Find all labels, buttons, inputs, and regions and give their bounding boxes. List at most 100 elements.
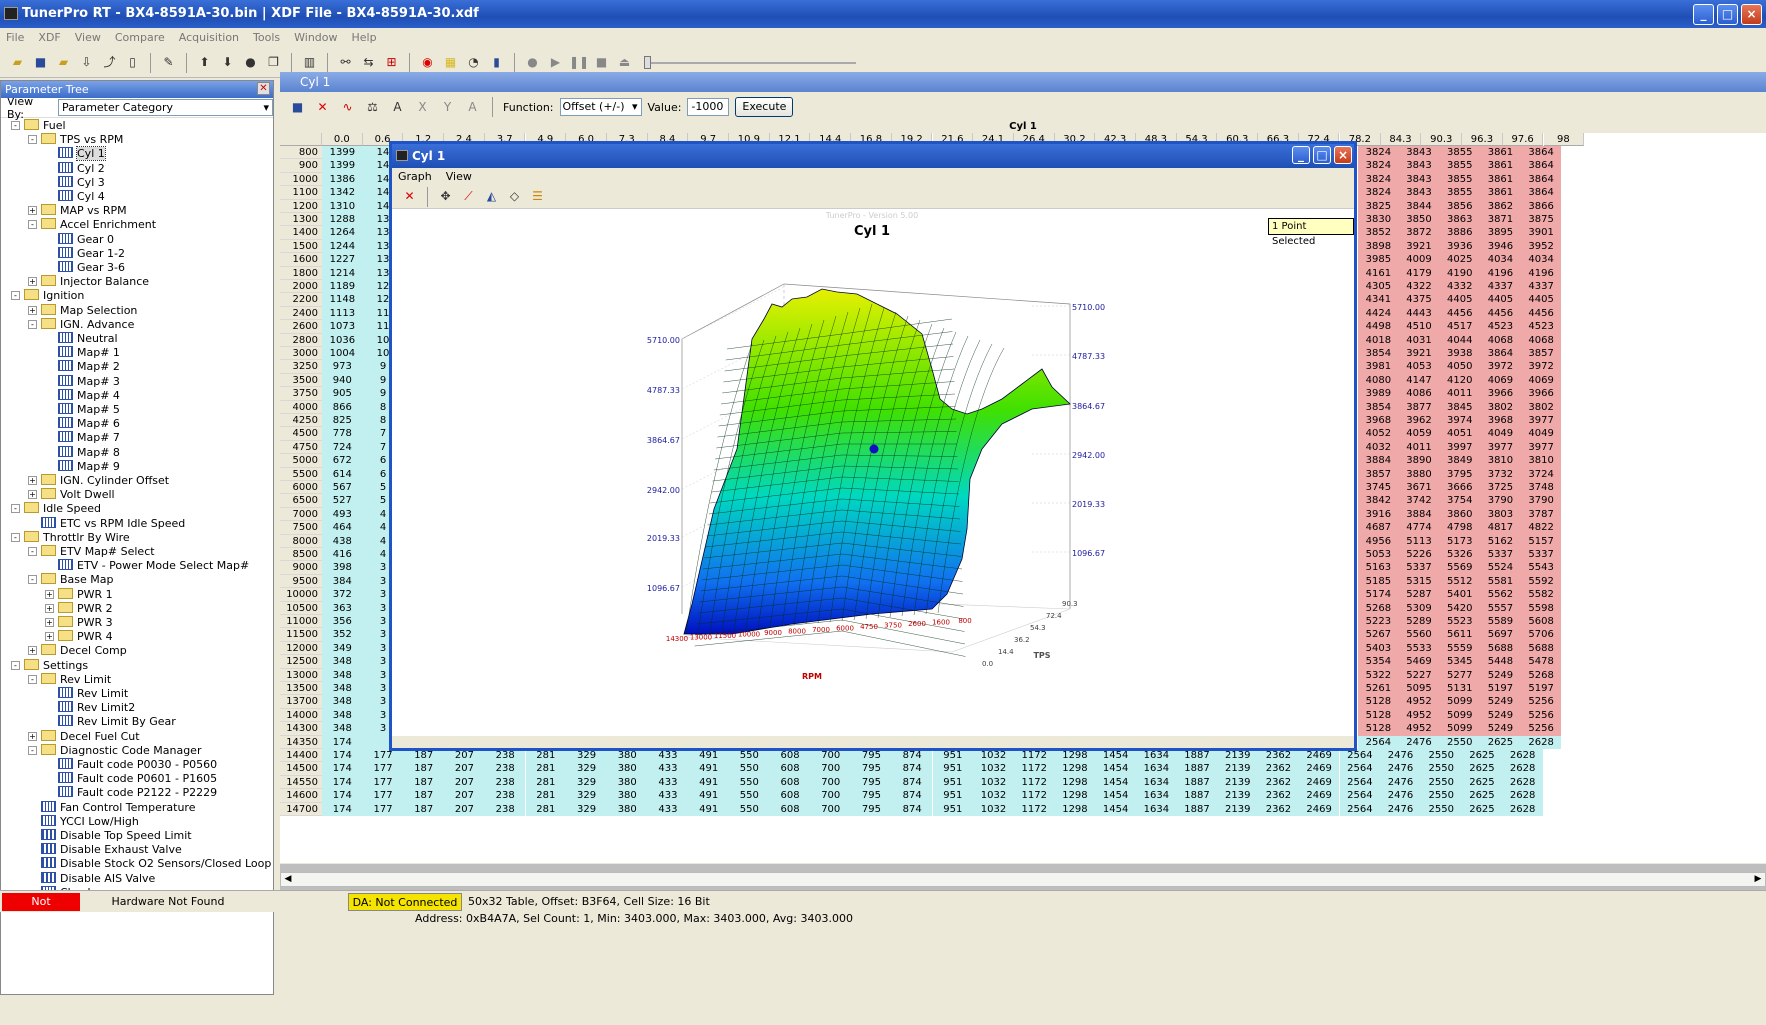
table-cell[interactable]: 550 — [729, 775, 770, 790]
table-cell[interactable]: 5249 — [1480, 708, 1521, 723]
table-cell[interactable]: 4456 — [1520, 306, 1562, 321]
table-cell[interactable]: 177 — [362, 775, 404, 790]
tree-node[interactable]: - Accel Enrichment — [28, 218, 156, 232]
open-bin-icon[interactable]: ▰ — [54, 53, 73, 72]
table-cell[interactable]: 3966 — [1480, 387, 1521, 401]
table-cell[interactable]: 5543 — [1520, 561, 1562, 575]
tree-node[interactable]: - Idle Speed — [11, 502, 101, 516]
table-cell[interactable]: 3855 — [1439, 172, 1481, 187]
table-cell[interactable]: 2564 — [1339, 802, 1381, 816]
table-cell[interactable]: 348 — [322, 655, 363, 669]
column-header[interactable]: 98 — [1543, 133, 1585, 147]
table-cell[interactable]: 3842 — [1358, 494, 1399, 508]
table-cell[interactable]: 4375 — [1398, 293, 1440, 307]
table-cell[interactable]: 5099 — [1439, 722, 1481, 736]
table-cell[interactable]: 2476 — [1380, 802, 1421, 816]
table-cell[interactable]: 281 — [525, 802, 567, 816]
table-cell[interactable]: 3962 — [1398, 414, 1440, 428]
row-header[interactable]: 14550 — [280, 775, 322, 790]
table-cell[interactable]: 3824 — [1358, 159, 1399, 173]
table-cell[interactable]: 527 — [322, 494, 363, 508]
table-cell[interactable]: 3803 — [1480, 507, 1521, 522]
label-icon[interactable]: A — [463, 98, 482, 117]
row-header[interactable]: 14600 — [280, 789, 322, 803]
collapse-icon[interactable]: - — [28, 674, 37, 684]
table-cell[interactable]: 2139 — [1217, 749, 1259, 763]
table-cell[interactable]: 5608 — [1520, 615, 1562, 629]
table-cell[interactable]: 4009 — [1398, 253, 1440, 267]
table-cell[interactable]: 3916 — [1358, 507, 1399, 522]
table-cell[interactable]: 3875 — [1520, 213, 1562, 227]
table-cell[interactable]: 3861 — [1480, 146, 1521, 160]
row-header[interactable]: 4250 — [280, 414, 322, 428]
dashboard-icon[interactable]: ▦ — [441, 53, 460, 72]
table-cell[interactable]: 398 — [322, 561, 363, 575]
row-header[interactable]: 10000 — [280, 588, 322, 602]
row-header[interactable]: 12000 — [280, 641, 322, 656]
table-cell[interactable]: 608 — [769, 749, 811, 763]
row-header[interactable]: 14300 — [280, 722, 322, 736]
row-header[interactable]: 1200 — [280, 199, 322, 213]
table-cell[interactable]: 5249 — [1480, 722, 1521, 736]
table-cell[interactable]: 700 — [810, 775, 852, 790]
tree-node[interactable]: - Throttlr By Wire — [11, 530, 130, 545]
table-cell[interactable]: 433 — [647, 749, 689, 763]
table-cell[interactable]: 550 — [729, 762, 770, 776]
tree-node[interactable]: Cyl 1 — [45, 146, 106, 162]
table-cell[interactable]: 1887 — [1176, 762, 1218, 776]
table-cell[interactable]: 3843 — [1398, 159, 1440, 173]
table-cell[interactable]: 3855 — [1439, 159, 1481, 173]
table-cell[interactable]: 329 — [566, 775, 607, 790]
table-cell[interactable]: 5261 — [1358, 682, 1399, 696]
table-cell[interactable]: 3787 — [1520, 507, 1562, 522]
table-cell[interactable]: 1172 — [1013, 749, 1055, 763]
table-cell[interactable]: 5249 — [1480, 668, 1521, 682]
menu-xdf[interactable]: XDF — [38, 31, 60, 44]
table-cell[interactable]: 5128 — [1358, 708, 1399, 723]
table-cell[interactable]: 3671 — [1398, 481, 1440, 495]
tree-node[interactable]: + MAP vs RPM — [28, 204, 127, 218]
table-cell[interactable]: 380 — [606, 789, 648, 803]
row-header[interactable]: 10500 — [280, 601, 322, 615]
table-cell[interactable]: 3946 — [1480, 239, 1521, 254]
table-cell[interactable]: 614 — [322, 467, 363, 481]
tree-node[interactable]: Map# 2 — [45, 360, 120, 374]
table-cell[interactable]: 5611 — [1439, 628, 1481, 642]
table-cell[interactable]: 2469 — [1298, 789, 1340, 803]
table-cell[interactable]: 1032 — [973, 802, 1014, 816]
table-cell[interactable]: 2469 — [1298, 749, 1340, 763]
table-cell[interactable]: 4050 — [1439, 360, 1481, 374]
table-cell[interactable]: 174 — [322, 735, 363, 749]
row-header[interactable]: 13000 — [280, 668, 322, 682]
chip-icon[interactable]: ▥ — [300, 53, 319, 72]
table-cell[interactable]: 433 — [647, 762, 689, 776]
font-icon[interactable]: A — [388, 98, 407, 117]
table-cell[interactable]: 356 — [322, 615, 363, 629]
table-cell[interactable]: 5185 — [1358, 574, 1399, 589]
menu-file[interactable]: File — [6, 31, 24, 44]
table-cell[interactable]: 5173 — [1439, 534, 1481, 548]
tree-node[interactable]: Rev Limit2 — [45, 701, 135, 715]
tree-node[interactable]: Fault code P0030 - P0560 — [45, 758, 217, 772]
table-cell[interactable]: 380 — [606, 762, 648, 776]
table-cell[interactable]: 4052 — [1358, 427, 1399, 441]
table-cell[interactable]: 3872 — [1398, 226, 1440, 240]
table-cell[interactable]: 3854 — [1358, 400, 1399, 414]
tree-node[interactable]: Disable AIS Valve — [28, 871, 155, 886]
table-cell[interactable]: 433 — [647, 775, 689, 790]
row-header[interactable]: 2800 — [280, 333, 322, 347]
table-cell[interactable]: 238 — [484, 762, 526, 776]
table-cell[interactable]: 491 — [688, 749, 729, 763]
table-cell[interactable]: 5582 — [1520, 588, 1562, 602]
table-cell[interactable]: 795 — [851, 749, 892, 763]
row-header[interactable]: 3250 — [280, 360, 322, 374]
table-cell[interactable]: 1887 — [1176, 749, 1218, 763]
table-cell[interactable]: 5589 — [1480, 615, 1521, 629]
table-cell[interactable]: 3802 — [1480, 400, 1521, 414]
table-cell[interactable]: 1004 — [322, 347, 363, 361]
table-cell[interactable]: 4523 — [1520, 320, 1562, 334]
table-cell[interactable]: 1073 — [322, 320, 363, 334]
table-cell[interactable]: 1032 — [973, 762, 1014, 776]
table-cell[interactable]: 1454 — [1095, 789, 1136, 803]
table-cell[interactable]: 3968 — [1480, 414, 1521, 428]
